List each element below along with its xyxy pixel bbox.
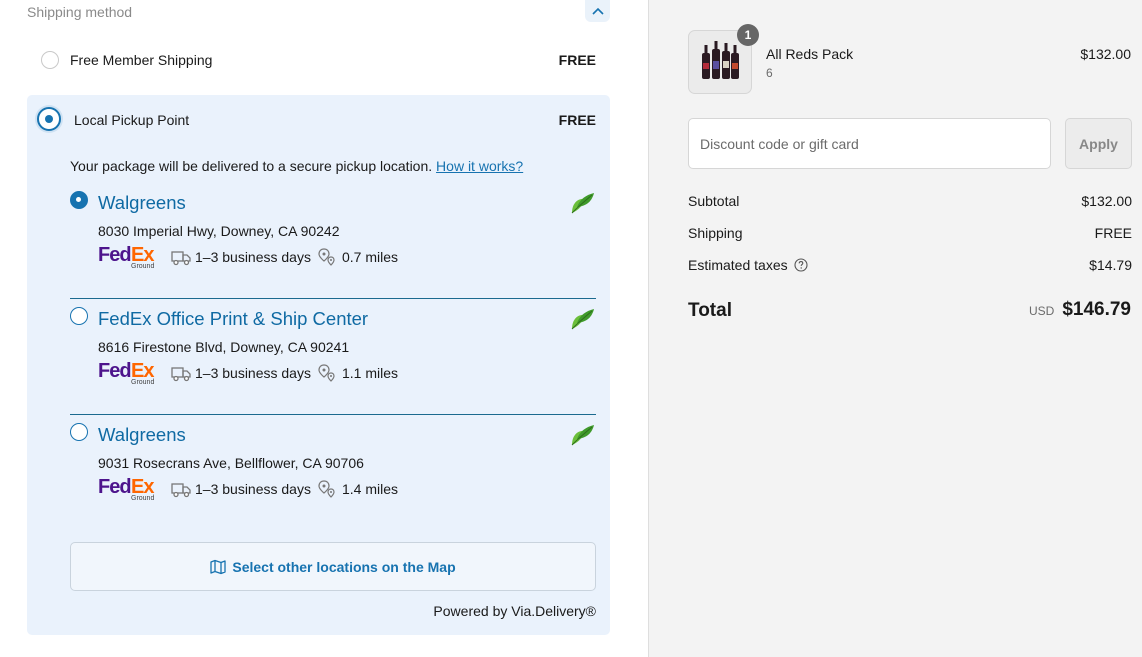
radio-free-member[interactable] xyxy=(41,51,59,69)
section-title: Shipping method xyxy=(27,4,133,20)
shipping-option-price: FREE xyxy=(558,52,596,68)
map-icon xyxy=(210,559,227,574)
shipping-label: Shipping xyxy=(688,225,743,241)
how-it-works-link[interactable]: How it works? xyxy=(436,158,523,174)
location-pin-icon xyxy=(318,248,335,266)
discount-code-input[interactable] xyxy=(688,118,1051,169)
pickup-intro: Your package will be delivered to a secu… xyxy=(70,158,523,174)
fedex-ground-logo: Fed Ex Ground xyxy=(98,476,155,502)
location-address: 8030 Imperial Hwy, Downey, CA 90242 xyxy=(98,223,340,239)
collapse-button[interactable] xyxy=(585,0,610,22)
location-meta: Fed Ex Ground 1–3 business days 0.7 miles xyxy=(98,244,404,270)
taxes-value: $14.79 xyxy=(1089,257,1132,273)
total-label: Total xyxy=(688,300,732,321)
total-value: $146.79 xyxy=(1062,299,1131,320)
taxes-label: Estimated taxes xyxy=(688,257,788,273)
taxes-row: Estimated taxes $14.79 xyxy=(688,257,1132,277)
shipping-value: FREE xyxy=(1094,225,1132,241)
shipping-option-price: FREE xyxy=(558,112,596,128)
pickup-location[interactable]: Walgreens 8030 Imperial Hwy, Downey, CA … xyxy=(70,183,596,299)
location-meta: Fed Ex Ground 1–3 business days 1.1 miles xyxy=(98,360,404,386)
leaf-icon xyxy=(571,193,594,214)
total-currency: USD xyxy=(1028,304,1055,318)
shipping-option-free-member[interactable]: Free Member Shipping FREE xyxy=(27,42,610,78)
subtotal-row: Subtotal $132.00 xyxy=(688,193,1132,213)
product-variant: 6 xyxy=(766,66,773,80)
help-icon[interactable] xyxy=(794,258,808,272)
fedex-ground-logo: Fed Ex Ground xyxy=(98,244,155,270)
shipping-option-label: Free Member Shipping xyxy=(70,52,213,68)
location-distance: 0.7 miles xyxy=(341,249,398,265)
truck-icon xyxy=(171,367,191,382)
location-distance: 1.4 miles xyxy=(341,481,398,497)
chevron-up-icon xyxy=(591,7,604,15)
taxes-label-wrap: Estimated taxes xyxy=(688,257,808,273)
location-pin-icon xyxy=(318,364,335,382)
pickup-intro-text: Your package will be delivered to a secu… xyxy=(70,158,433,174)
delivery-time: 1–3 business days xyxy=(195,481,311,497)
map-button-label: Select other locations on the Map xyxy=(232,558,456,575)
product-name: All Reds Pack xyxy=(766,46,854,62)
truck-icon xyxy=(171,251,191,266)
shipping-row: Shipping FREE xyxy=(688,225,1132,245)
location-name: Walgreens xyxy=(98,424,186,445)
location-distance: 1.1 miles xyxy=(341,365,398,381)
apply-button[interactable]: Apply xyxy=(1065,118,1132,169)
select-on-map-button[interactable]: Select other locations on the Map xyxy=(70,542,596,591)
location-name: FedEx Office Print & Ship Center xyxy=(98,308,369,329)
product-price: $132.00 xyxy=(1080,46,1131,62)
shipping-option-label: Local Pickup Point xyxy=(74,112,190,128)
fedex-ground-logo: Fed Ex Ground xyxy=(98,360,155,386)
pickup-location[interactable]: FedEx Office Print & Ship Center 8616 Fi… xyxy=(70,299,596,415)
leaf-icon xyxy=(571,425,594,446)
location-radio[interactable] xyxy=(70,423,88,441)
shipping-panel: Shipping method Free Member Shipping FRE… xyxy=(0,0,648,657)
order-summary-panel: 1 All Reds Pack 6 $132.00 Apply Subtotal… xyxy=(648,0,1142,657)
leaf-icon xyxy=(571,309,594,330)
location-radio[interactable] xyxy=(70,191,88,209)
subtotal-label: Subtotal xyxy=(688,193,740,209)
radio-local-pickup[interactable] xyxy=(37,107,61,131)
location-address: 9031 Rosecrans Ave, Bellflower, CA 90706 xyxy=(98,455,364,471)
pickup-location[interactable]: Walgreens 9031 Rosecrans Ave, Bellflower… xyxy=(70,415,596,531)
subtotal-value: $132.00 xyxy=(1081,193,1132,209)
quantity-badge: 1 xyxy=(737,24,759,46)
location-radio[interactable] xyxy=(70,307,88,325)
truck-icon xyxy=(171,483,191,498)
location-name: Walgreens xyxy=(98,192,186,213)
pickup-option-panel: Local Pickup Point FREE Your package wil… xyxy=(27,95,610,635)
location-pin-icon xyxy=(318,480,335,498)
delivery-time: 1–3 business days xyxy=(195,249,311,265)
total-amount: USD $146.79 xyxy=(1029,299,1131,321)
location-address: 8616 Firestone Blvd, Downey, CA 90241 xyxy=(98,339,350,355)
delivery-time: 1–3 business days xyxy=(195,365,311,381)
location-meta: Fed Ex Ground 1–3 business days 1.4 miles xyxy=(98,476,404,502)
powered-by: Powered by Via.Delivery® xyxy=(433,603,596,619)
